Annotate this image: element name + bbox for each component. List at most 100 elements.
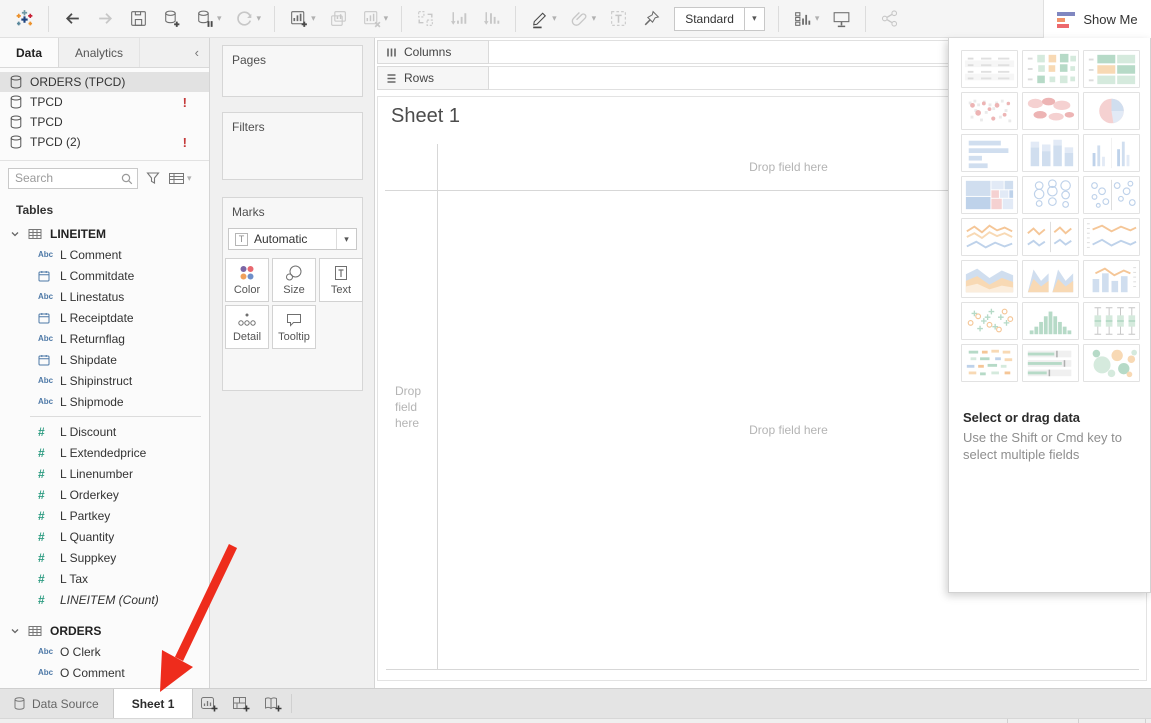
chart-type-text-table[interactable] <box>961 50 1018 88</box>
field-l-linestatus[interactable]: AbcL Linestatus <box>0 286 209 307</box>
share-workbook-button[interactable] <box>873 4 906 34</box>
pages-shelf[interactable]: Pages <box>222 45 363 97</box>
chart-type-area-continuous[interactable] <box>961 260 1018 298</box>
new-story-tab-button[interactable] <box>257 689 289 718</box>
field-l-discount[interactable]: #L Discount <box>0 421 209 442</box>
clear-sheet-button[interactable]: ▾ <box>355 4 395 34</box>
color-button[interactable]: Color <box>225 258 269 302</box>
datasource-item-orders-tpcd[interactable]: ORDERS (TPCD) <box>0 72 209 92</box>
text-field-icon: Abc <box>38 647 60 656</box>
duplicate-sheet-button[interactable] <box>322 4 355 34</box>
show-hide-cards-button[interactable]: ▾ <box>786 4 826 34</box>
chart-type-area-discrete[interactable] <box>1022 260 1079 298</box>
tab-sheet1[interactable]: Sheet 1 <box>113 689 194 718</box>
datasource-item-tpcd-2[interactable]: TPCD (2)! <box>0 132 209 152</box>
chart-type-bullet-graph[interactable] <box>1022 344 1079 382</box>
field-l-partkey[interactable]: #L Partkey <box>0 505 209 526</box>
field-l-commitdate[interactable]: L Commitdate <box>0 265 209 286</box>
table-group-orders[interactable]: ORDERS <box>0 620 209 641</box>
chart-type-stacked-bars[interactable] <box>1022 134 1079 172</box>
chart-type-filled-map[interactable] <box>1022 92 1079 130</box>
chart-type-packed-bubbles[interactable] <box>1083 344 1140 382</box>
show-me-button[interactable]: Show Me <box>1043 0 1151 38</box>
text-button[interactable]: Text <box>319 258 363 302</box>
chart-type-histogram[interactable] <box>1022 302 1079 340</box>
field-l-comment[interactable]: AbcL Comment <box>0 244 209 265</box>
chart-type-symbol-map[interactable] <box>961 92 1018 130</box>
table-group-lineitem[interactable]: LINEITEM <box>0 223 209 244</box>
new-dashboard-tab-button[interactable] <box>225 689 257 718</box>
field-l-returnflag[interactable]: AbcL Returnflag <box>0 328 209 349</box>
view-options-icon[interactable]: ▾ <box>168 171 192 186</box>
filters-shelf[interactable]: Filters <box>222 112 363 180</box>
presentation-mode-button[interactable] <box>825 4 858 34</box>
chart-type-lines-discrete[interactable] <box>1022 218 1079 256</box>
field-l-tax[interactable]: #L Tax <box>0 568 209 589</box>
field-l-receiptdate[interactable]: L Receiptdate <box>0 307 209 328</box>
show-mark-labels-button[interactable] <box>602 4 635 34</box>
chart-type-gantt[interactable] <box>961 344 1018 382</box>
chart-type-scatter-plot[interactable] <box>961 302 1018 340</box>
drop-zone-rows[interactable]: Drop field here <box>386 144 438 669</box>
field-lineitem-count[interactable]: #LINEITEM (Count) <box>0 589 209 610</box>
highlight-button[interactable]: ▾ <box>523 4 563 34</box>
field-l-shipinstruct[interactable]: AbcL Shipinstruct <box>0 370 209 391</box>
tooltip-button[interactable]: Tooltip <box>272 305 316 349</box>
chart-type-pie-chart[interactable] <box>1083 92 1140 130</box>
chevron-down-icon[interactable] <box>10 229 20 239</box>
database-icon <box>14 697 25 710</box>
field-l-shipdate[interactable]: L Shipdate <box>0 349 209 370</box>
chevron-down-icon[interactable] <box>10 626 20 636</box>
chart-type-lines-continuous[interactable] <box>961 218 1018 256</box>
save-button[interactable] <box>122 4 155 34</box>
pause-auto-updates-button[interactable]: ▾ <box>188 4 228 34</box>
field-l-orderkey[interactable]: #L Orderkey <box>0 484 209 505</box>
field-l-suppkey[interactable]: #L Suppkey <box>0 547 209 568</box>
search-field[interactable] <box>9 169 137 188</box>
fix-axes-button[interactable] <box>635 4 668 34</box>
chevron-down-icon[interactable]: ▾ <box>744 8 764 30</box>
tab-data-source[interactable]: Data Source <box>0 689 113 718</box>
chart-type-line-chart[interactable] <box>1083 218 1140 256</box>
field-l-linenumber[interactable]: #L Linenumber <box>0 463 209 484</box>
field-l-quantity[interactable]: #L Quantity <box>0 526 209 547</box>
redo-button[interactable] <box>89 4 122 34</box>
chart-type-dual-combination[interactable] <box>1083 260 1140 298</box>
new-data-source-button[interactable] <box>155 4 188 34</box>
sheet-title[interactable]: Sheet 1 <box>391 105 460 128</box>
group-members-button[interactable]: ▾ <box>563 4 603 34</box>
mark-type-dropdown[interactable]: T Automatic ▾ <box>228 228 357 250</box>
chart-type-horizontal-bars[interactable] <box>961 134 1018 172</box>
chart-type-circle-views[interactable] <box>1022 176 1079 214</box>
detail-button[interactable]: Detail <box>225 305 269 349</box>
chart-type-box-and-whisker[interactable] <box>1083 302 1140 340</box>
chart-type-highlight-table[interactable] <box>1083 50 1140 88</box>
database-icon <box>10 135 22 149</box>
new-worksheet-tab-button[interactable] <box>193 689 225 718</box>
filter-fields-icon[interactable] <box>145 170 161 186</box>
chart-type-side-by-side-circles[interactable] <box>1083 176 1140 214</box>
status-bar <box>0 718 1151 723</box>
tab-data[interactable]: Data <box>0 38 59 67</box>
new-worksheet-button[interactable]: ▾ <box>282 4 322 34</box>
undo-button[interactable] <box>56 4 89 34</box>
chart-type-side-by-side-bars[interactable] <box>1083 134 1140 172</box>
chart-type-treemap[interactable] <box>961 176 1018 214</box>
size-button[interactable]: Size <box>272 258 316 302</box>
field-l-shipmode[interactable]: AbcL Shipmode <box>0 391 209 412</box>
collapse-pane-icon[interactable]: ‹ <box>185 38 209 67</box>
fit-select[interactable]: Standard ▾ <box>674 7 765 31</box>
tableau-logo-icon[interactable] <box>8 4 41 34</box>
run-auto-updates-button[interactable]: ▾ <box>228 4 268 34</box>
field-o-clerk[interactable]: AbcO Clerk <box>0 641 209 662</box>
chart-type-heatmap[interactable] <box>1022 50 1079 88</box>
datasource-item-tpcd[interactable]: TPCD <box>0 112 209 132</box>
sort-ascending-button[interactable] <box>442 4 475 34</box>
swap-rows-columns-button[interactable] <box>409 4 442 34</box>
field-o-comment[interactable]: AbcO Comment <box>0 662 209 683</box>
field-l-extendedprice[interactable]: #L Extendedprice <box>0 442 209 463</box>
search-input[interactable] <box>8 168 138 189</box>
sort-descending-button[interactable] <box>475 4 508 34</box>
tab-analytics[interactable]: Analytics <box>59 38 140 67</box>
datasource-item-tpcd[interactable]: TPCD! <box>0 92 209 112</box>
